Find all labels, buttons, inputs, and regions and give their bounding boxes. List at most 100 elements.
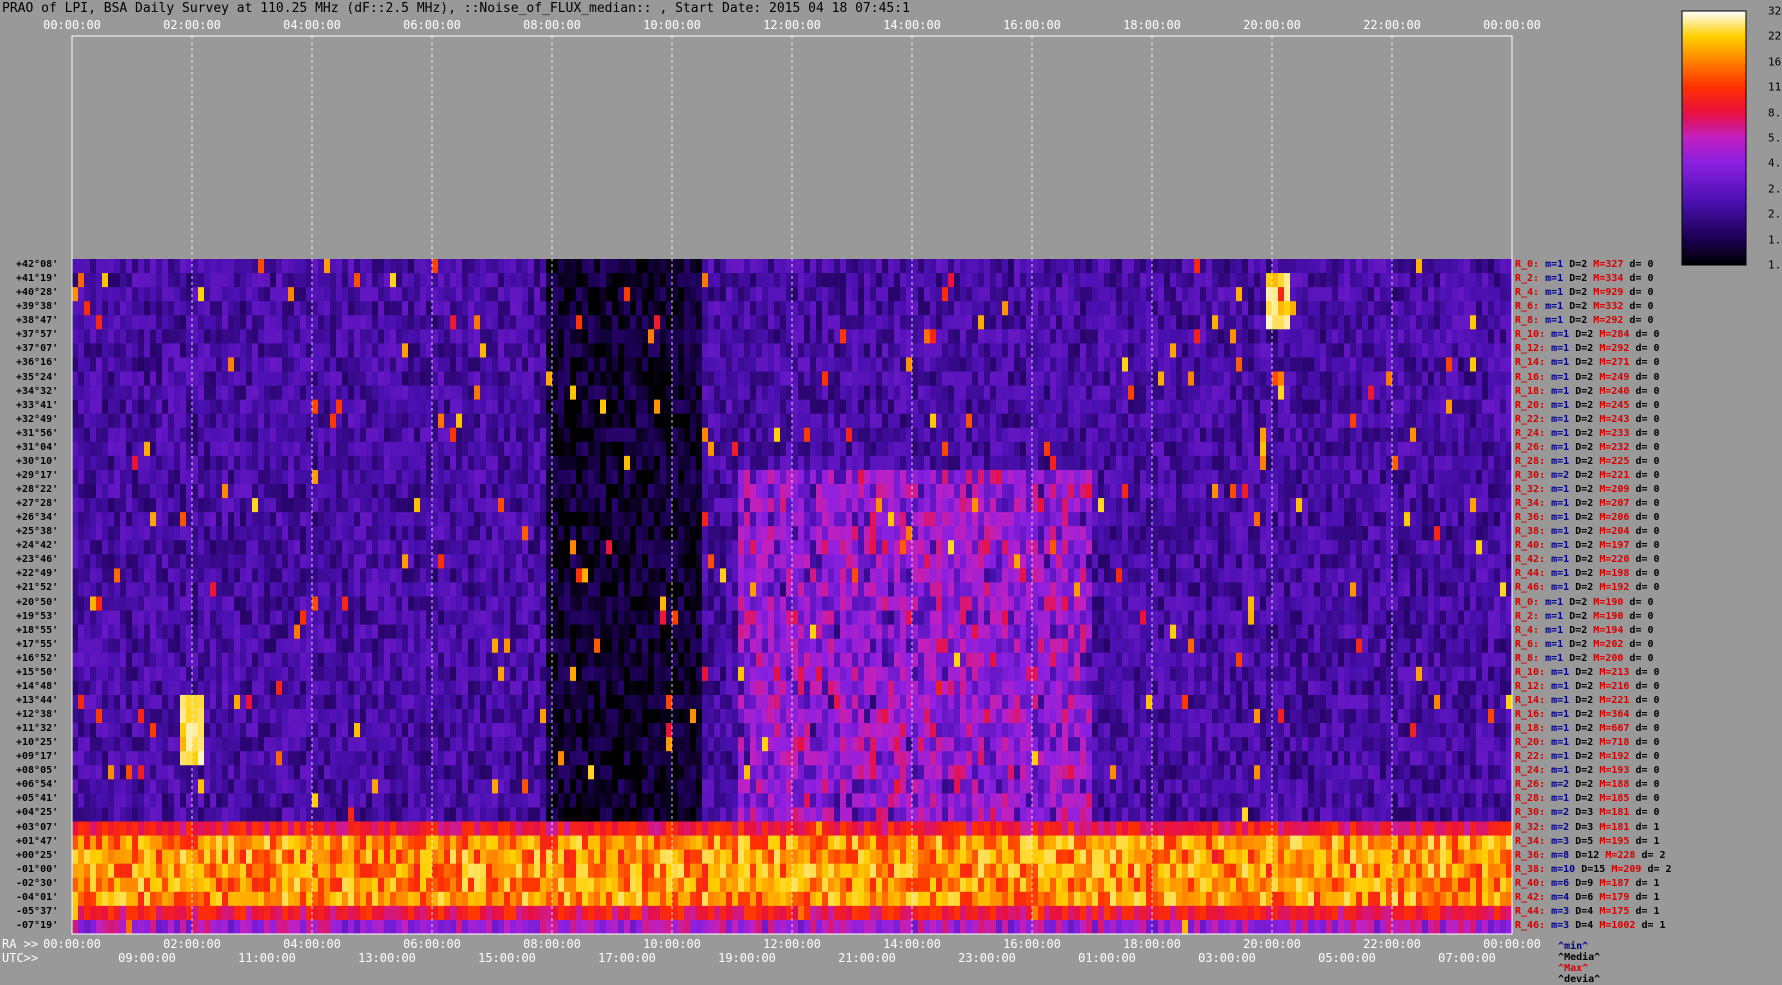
heatmap-cell [456, 301, 463, 316]
heatmap-cell [480, 259, 487, 274]
heatmap-cell [312, 372, 319, 387]
heatmap-cell [198, 512, 205, 527]
heatmap-cell [678, 287, 685, 302]
heatmap-cell [690, 442, 697, 457]
heatmap-cell [108, 259, 115, 274]
heatmap-cell [420, 526, 427, 541]
heatmap-cell [1020, 372, 1027, 387]
heatmap-cell [276, 526, 283, 541]
heatmap-cell [1434, 259, 1441, 274]
heatmap-cell [102, 372, 109, 387]
heatmap-cell [1140, 386, 1147, 401]
heatmap-cell [120, 315, 127, 330]
heatmap-cell [1482, 301, 1489, 316]
heatmap-cell [1098, 259, 1105, 274]
heatmap-cell [1290, 273, 1297, 288]
heatmap-cell [1158, 273, 1165, 288]
heatmap-cell [864, 343, 871, 358]
heatmap-cell [468, 526, 475, 541]
heatmap-cell [942, 315, 949, 330]
heatmap-cell [1314, 301, 1321, 316]
heatmap-cell [1056, 442, 1063, 457]
heatmap-cell [402, 372, 409, 387]
heatmap-cell [1476, 526, 1483, 541]
heatmap-cell [594, 315, 601, 330]
heatmap-cell [846, 512, 853, 527]
heatmap-cell [816, 273, 823, 288]
heatmap-cell [1182, 357, 1189, 372]
heatmap-cell [288, 526, 295, 541]
heatmap-cell [246, 259, 253, 274]
heatmap-cell [1428, 498, 1435, 513]
heatmap-cell [1338, 512, 1345, 527]
heatmap-cell [270, 526, 277, 541]
heatmap-cell [132, 343, 139, 358]
heatmap-cell [288, 512, 295, 527]
heatmap-cell [546, 357, 553, 372]
heatmap-cell [132, 456, 139, 471]
heatmap-cell [900, 470, 907, 485]
heatmap-cell [816, 400, 823, 415]
heatmap-cell [762, 456, 769, 471]
heatmap-cell [1248, 372, 1255, 387]
heatmap-cell [876, 414, 883, 429]
heatmap-cell [1092, 329, 1099, 344]
heatmap-cell [738, 428, 745, 443]
heatmap-cell [348, 343, 355, 358]
heatmap-cell [1452, 315, 1459, 330]
heatmap-cell [894, 498, 901, 513]
heatmap-cell [792, 428, 799, 443]
heatmap-cell [1134, 329, 1141, 344]
heatmap-cell [516, 526, 523, 541]
heatmap-cell [1236, 301, 1243, 316]
heatmap-cell [1134, 400, 1141, 415]
heatmap-cell [648, 512, 655, 527]
heatmap-cell [228, 301, 235, 316]
heatmap-cell [450, 400, 457, 415]
heatmap-cell [822, 540, 829, 555]
heatmap-cell [1284, 526, 1291, 541]
heatmap-cell [990, 386, 997, 401]
heatmap-cell [894, 484, 901, 499]
heatmap-cell [1464, 498, 1471, 513]
heatmap-cell [384, 400, 391, 415]
heatmap-cell [108, 372, 115, 387]
heatmap-cell [828, 456, 835, 471]
heatmap-cell [1092, 386, 1099, 401]
heatmap-cell [576, 526, 583, 541]
heatmap-cell [498, 498, 505, 513]
heatmap-cell [1488, 442, 1495, 457]
heatmap-cell [1272, 512, 1279, 527]
heatmap-cell [726, 273, 733, 288]
heatmap-cell [900, 540, 907, 555]
heatmap-cell [1140, 329, 1147, 344]
heatmap-cell [1284, 386, 1291, 401]
heatmap-cell [498, 273, 505, 288]
heatmap-cell [132, 428, 139, 443]
heatmap-cell [1200, 400, 1207, 415]
heatmap-cell [294, 540, 301, 555]
heatmap-cell [1302, 329, 1309, 344]
heatmap-cell [414, 372, 421, 387]
heatmap-cell [1398, 357, 1405, 372]
heatmap-cell [858, 484, 865, 499]
heatmap-cell [402, 470, 409, 485]
heatmap-cell [1032, 400, 1039, 415]
heatmap-cell [474, 428, 481, 443]
heatmap-cell [102, 414, 109, 429]
heatmap-cell [630, 357, 637, 372]
heatmap-cell [1188, 259, 1195, 274]
heatmap-cell [756, 526, 763, 541]
heatmap-cell [1062, 540, 1069, 555]
heatmap-cell [1398, 343, 1405, 358]
heatmap-cell [402, 301, 409, 316]
heatmap-cell [300, 512, 307, 527]
heatmap-cell [1488, 456, 1495, 471]
heatmap-cell [1134, 343, 1141, 358]
heatmap-cell [600, 357, 607, 372]
heatmap-cell [468, 484, 475, 499]
heatmap-cell [840, 456, 847, 471]
heatmap-cell [438, 526, 445, 541]
heatmap-cell [756, 343, 763, 358]
heatmap-cell [654, 512, 661, 527]
